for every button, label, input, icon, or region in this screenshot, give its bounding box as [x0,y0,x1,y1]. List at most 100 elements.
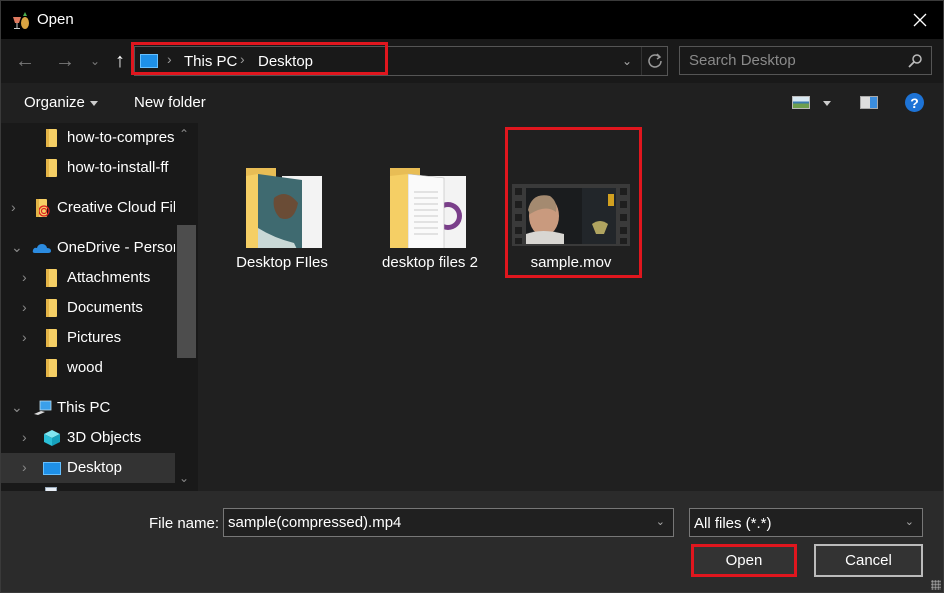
folder-icon [46,269,57,287]
chevron-right-icon[interactable]: › [22,430,34,444]
search-input[interactable] [680,47,900,74]
chevron-right-icon[interactable]: › [22,270,34,284]
refresh-icon [647,53,662,68]
chevron-down-icon[interactable]: ⌄ [11,240,23,254]
folder-with-documents-icon [390,168,466,248]
chevron-down-icon: ⌄ [89,54,101,68]
sidebar-scrollbar-thumb[interactable] [177,225,196,358]
open-button[interactable]: Open [691,544,797,577]
file-name-combobox[interactable]: ⌄ [223,508,674,537]
onedrive-cloud-icon [32,244,51,253]
arrow-left-icon: ← [15,49,35,72]
breadcrumb-this-pc[interactable]: This PC [184,53,237,70]
folder-with-photo-icon [246,168,322,248]
sidebar-item-attachments[interactable]: › Attachments [1,263,175,293]
3d-objects-icon [44,430,60,446]
breadcrumb-separator: › [240,51,245,67]
chevron-right-icon[interactable]: › [22,460,34,474]
organize-button[interactable]: Organize [24,94,98,111]
dialog-footer: File name: ⌄ All files (*.*) ⌄ Open Canc… [1,491,943,592]
file-item-desktop-files[interactable]: Desktop FIles [226,123,346,273]
sidebar-item-label: how-to-install-ff [67,159,169,176]
navigation-bar: ← → ⌄ ↑ › This PC › Desktop ⌄ [1,39,943,83]
sidebar-item-this-pc[interactable]: ⌄ This PC [1,393,175,423]
sidebar-item-partial[interactable] [1,483,175,491]
recent-locations-button[interactable]: ⌄ [83,49,107,73]
file-name: sample.mov [530,254,612,271]
resize-grip-icon[interactable] [931,580,941,590]
refresh-button[interactable] [641,47,667,75]
file-name-label: File name: [149,515,220,532]
arrow-up-icon: ↑ [115,49,125,72]
sidebar-item-onedrive[interactable]: ⌄ OneDrive - Person [1,233,175,263]
folder-icon [46,299,57,317]
sidebar-item-label: how-to-compres [67,129,175,146]
breadcrumb-desktop[interactable]: Desktop [258,53,313,70]
scroll-up-button[interactable]: ⌃ [179,127,189,141]
close-button[interactable] [897,1,943,39]
sidebar-item-creative-cloud-files[interactable]: › Creative Cloud File [1,193,175,223]
file-name: Desktop FIles [236,254,328,271]
caret-down-icon [89,100,98,106]
this-pc-icon [34,400,52,415]
sidebar-item-3d-objects[interactable]: › 3D Objects [1,423,175,453]
scroll-down-button[interactable]: ⌄ [179,471,189,485]
sidebar-item-documents[interactable]: › Documents [1,293,175,323]
forward-button[interactable]: → [53,49,77,73]
file-name-input[interactable] [224,509,644,536]
file-item-sample-mov[interactable]: sample.mov [511,123,631,273]
sidebar-item-label: wood [67,359,103,376]
sidebar-item-desktop[interactable]: › Desktop [1,453,175,483]
search-box[interactable] [679,46,932,75]
address-dropdown-button[interactable]: ⌄ [617,51,637,71]
file-list: Desktop FIles desktop files 2 sample.mov [202,123,943,491]
chevron-down-icon: ⌄ [904,516,914,528]
chevron-down-icon[interactable]: ⌄ [656,515,665,528]
folder-icon [46,159,57,177]
video-thumbnail-icon [512,184,630,246]
breadcrumb-separator: › [167,51,172,67]
open-file-dialog: Open ← → ⌄ ↑ › This PC › Desktop ⌄ Searc… [0,0,944,593]
sidebar-item-label: Pictures [67,329,122,346]
change-view-icon[interactable] [792,96,810,109]
sidebar-item-how-to-install[interactable]: how-to-install-ff [1,153,175,183]
file-type-select[interactable]: All files (*.*) ⌄ [689,508,923,537]
creative-cloud-folder-icon [36,199,50,217]
sidebar-item-wood[interactable]: wood [1,353,175,383]
address-bar[interactable]: › This PC › Desktop ⌄ [134,46,668,76]
chevron-right-icon[interactable]: › [11,200,23,214]
chevron-down-icon[interactable]: ⌄ [11,400,23,414]
navigation-pane: how-to-compres how-to-install-ff › Creat… [1,123,196,491]
file-item-desktop-files-2[interactable]: desktop files 2 [370,123,490,273]
sidebar-item-how-to-compress[interactable]: how-to-compres [1,123,175,153]
title-bar: Open [1,1,943,39]
chevron-down-icon: ⌄ [621,54,633,68]
sidebar-item-label: 3D Objects [67,429,142,446]
sidebar-item-label: Documents [67,299,143,316]
sidebar-item-label: OneDrive - Person [57,239,175,256]
folder-icon [46,129,57,147]
folder-icon [46,329,57,347]
desktop-icon [43,462,61,475]
sidebar-item-label: Creative Cloud File [57,199,175,216]
window-title: Open [37,11,74,28]
file-name: desktop files 2 [382,254,478,271]
close-icon [913,13,927,27]
up-button[interactable]: ↑ [108,49,132,73]
help-icon[interactable]: ? [905,93,924,112]
sidebar-item-pictures[interactable]: › Pictures [1,323,175,353]
folder-icon [46,359,57,377]
search-icon [908,54,922,68]
cancel-button[interactable]: Cancel [814,544,923,577]
chevron-right-icon[interactable]: › [22,330,34,344]
sidebar-item-label: This PC [57,399,111,416]
preview-pane-icon[interactable] [860,96,878,109]
back-button[interactable]: ← [13,49,37,73]
sidebar-item-label: Attachments [67,269,151,286]
view-options-caret-icon[interactable] [823,101,831,106]
chevron-right-icon[interactable]: › [22,300,34,314]
new-folder-button[interactable]: New folder [134,94,206,111]
file-type-value: All files (*.*) [694,515,772,532]
command-toolbar: Organize New folder ? [1,83,943,123]
desktop-icon [140,54,158,68]
